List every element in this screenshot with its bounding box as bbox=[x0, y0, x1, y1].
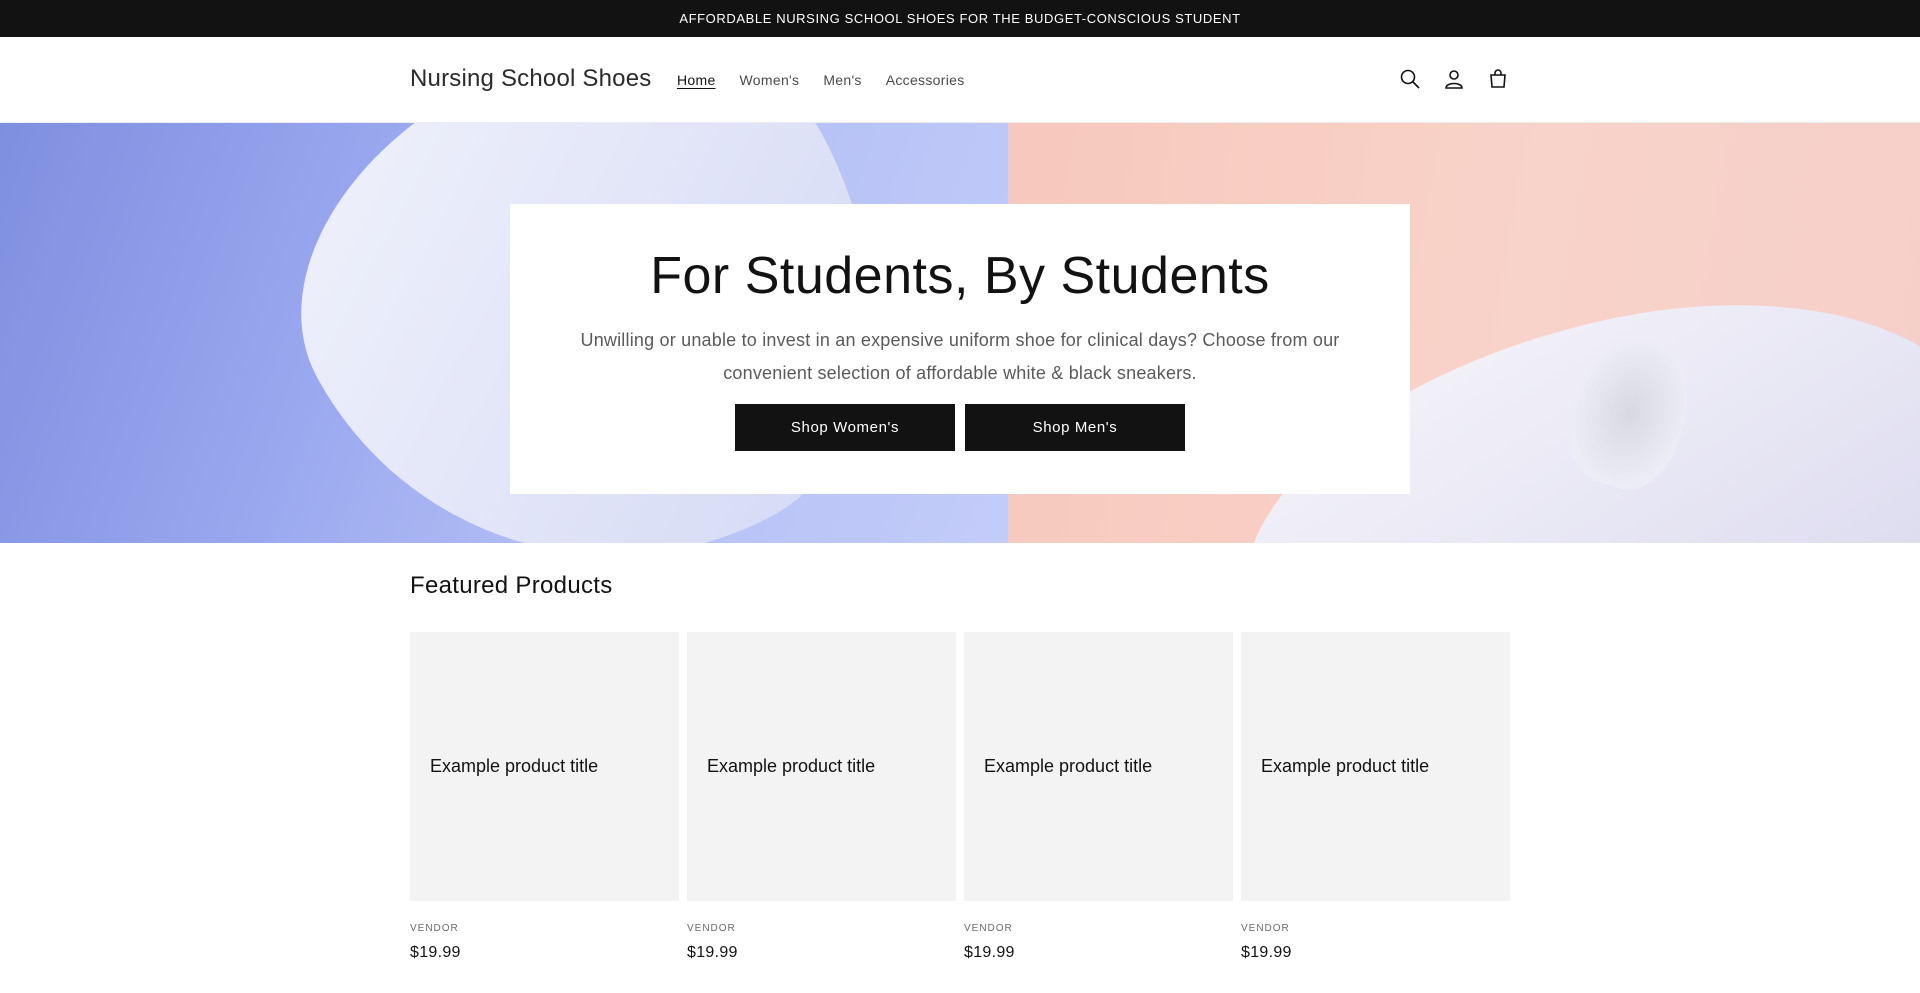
nav-mens[interactable]: Men's bbox=[823, 71, 861, 89]
product-title[interactable]: Example product title bbox=[984, 756, 1152, 777]
nav-accessories[interactable]: Accessories bbox=[886, 71, 965, 89]
cart-icon[interactable] bbox=[1486, 67, 1510, 91]
search-icon[interactable] bbox=[1398, 67, 1422, 91]
product-vendor: VENDOR bbox=[687, 923, 736, 934]
header-icons bbox=[1398, 67, 1510, 91]
announcement-bar: AFFORDABLE NURSING SCHOOL SHOES FOR THE … bbox=[0, 0, 1920, 37]
product-price: $19.99 bbox=[964, 944, 1015, 961]
product-price: $19.99 bbox=[410, 944, 461, 961]
product-card[interactable]: Example product title VENDOR $19.99 bbox=[410, 632, 679, 962]
announcement-text: AFFORDABLE NURSING SCHOOL SHOES FOR THE … bbox=[679, 11, 1241, 26]
hero-banner: For Students, By Students Unwilling or u… bbox=[0, 123, 1920, 543]
product-image-placeholder[interactable]: Example product title bbox=[964, 632, 1233, 901]
product-image-placeholder[interactable]: Example product title bbox=[410, 632, 679, 901]
product-card[interactable]: Example product title VENDOR $19.99 bbox=[964, 632, 1233, 962]
product-price: $19.99 bbox=[687, 944, 738, 961]
product-image-placeholder[interactable]: Example product title bbox=[1241, 632, 1510, 901]
site-header: Nursing School Shoes Home Women's Men's … bbox=[0, 37, 1920, 123]
product-card[interactable]: Example product title VENDOR $19.99 bbox=[1241, 632, 1510, 962]
nav-home[interactable]: Home bbox=[677, 71, 716, 89]
account-icon[interactable] bbox=[1442, 67, 1466, 91]
shop-womens-button[interactable]: Shop Women's bbox=[735, 404, 955, 451]
product-image-placeholder[interactable]: Example product title bbox=[687, 632, 956, 901]
product-title[interactable]: Example product title bbox=[430, 756, 598, 777]
product-grid: Example product title VENDOR $19.99 Exam… bbox=[410, 632, 1510, 962]
product-price: $19.99 bbox=[1241, 944, 1292, 961]
product-title[interactable]: Example product title bbox=[707, 756, 875, 777]
product-vendor: VENDOR bbox=[964, 923, 1013, 934]
product-vendor: VENDOR bbox=[410, 923, 459, 934]
product-vendor: VENDOR bbox=[1241, 923, 1290, 934]
featured-products-heading: Featured Products bbox=[410, 572, 613, 599]
hero-title: For Students, By Students bbox=[650, 247, 1270, 305]
nav-womens[interactable]: Women's bbox=[740, 71, 800, 89]
hero-content-box: For Students, By Students Unwilling or u… bbox=[510, 204, 1410, 494]
hero-description: Unwilling or unable to invest in an expe… bbox=[580, 330, 1340, 383]
hero-buttons: Shop Women's Shop Men's bbox=[735, 404, 1185, 451]
main-nav: Home Women's Men's Accessories bbox=[677, 71, 989, 89]
shop-mens-button[interactable]: Shop Men's bbox=[965, 404, 1185, 451]
store-logo[interactable]: Nursing School Shoes bbox=[410, 65, 651, 93]
product-card[interactable]: Example product title VENDOR $19.99 bbox=[687, 632, 956, 962]
product-title[interactable]: Example product title bbox=[1261, 756, 1429, 777]
